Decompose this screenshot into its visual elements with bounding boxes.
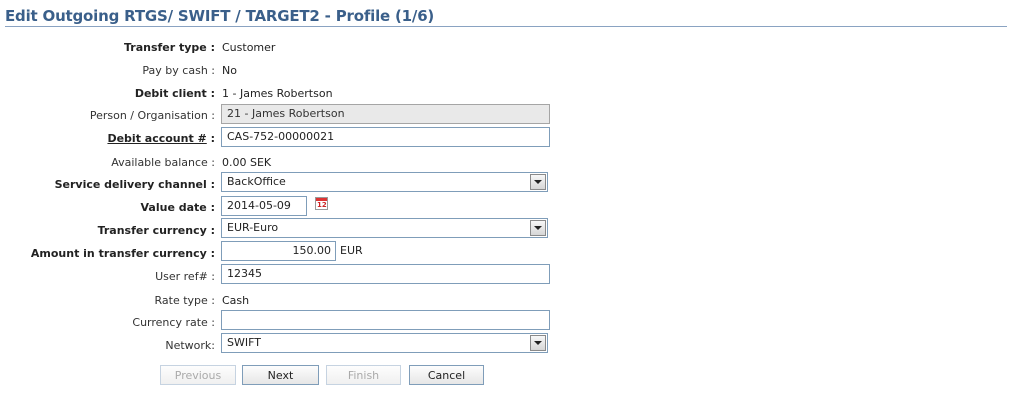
debit-account-link[interactable]: Debit account # bbox=[107, 132, 206, 145]
transfer-type-value: Customer bbox=[222, 41, 276, 54]
amount-input[interactable]: 150.00 bbox=[221, 241, 336, 261]
user-ref-input[interactable]: 12345 bbox=[221, 264, 550, 284]
available-balance-amount: 0.00 bbox=[222, 156, 247, 169]
rate-type-label: Rate type : bbox=[154, 294, 216, 307]
debit-client-value: 1 - James Robertson bbox=[222, 87, 333, 100]
value-date-input[interactable]: 2014-05-09 bbox=[221, 196, 307, 216]
row-currency-rate: Currency rate : bbox=[0, 309, 1013, 331]
row-network: Network: SWIFT bbox=[0, 332, 1013, 354]
network-select[interactable]: SWIFT bbox=[221, 333, 548, 353]
debit-account-label: Debit account # : bbox=[107, 132, 215, 145]
title-divider bbox=[5, 26, 1007, 27]
person-organisation-field: 21 - James Robertson bbox=[221, 104, 550, 124]
transfer-currency-select[interactable]: EUR-Euro bbox=[221, 218, 548, 238]
value-date-label: Value date : bbox=[140, 201, 215, 214]
service-channel-label: Service delivery channel : bbox=[54, 178, 215, 191]
transfer-currency-label: Transfer currency : bbox=[97, 224, 215, 237]
pay-by-cash-label: Pay by cash : bbox=[142, 64, 215, 77]
row-user-ref: User ref# : 12345 bbox=[0, 263, 1013, 285]
chevron-down-icon[interactable] bbox=[530, 174, 546, 190]
transfer-currency-selected: EUR-Euro bbox=[227, 221, 279, 234]
service-channel-select[interactable]: BackOffice bbox=[221, 172, 548, 192]
row-transfer-currency: Transfer currency : EUR-Euro bbox=[0, 217, 1013, 239]
debit-account-input[interactable]: CAS-752-00000021 bbox=[221, 127, 550, 147]
row-service-delivery-channel: Service delivery channel : BackOffice bbox=[0, 171, 1013, 193]
available-balance-currency: SEK bbox=[250, 156, 272, 169]
available-balance-label: Available balance : bbox=[111, 156, 215, 169]
finish-button[interactable]: Finish bbox=[326, 365, 401, 385]
previous-button[interactable]: Previous bbox=[160, 365, 236, 385]
available-balance-value: 0.00 SEK bbox=[222, 156, 271, 169]
service-channel-selected: BackOffice bbox=[227, 175, 286, 188]
currency-rate-input[interactable] bbox=[221, 310, 550, 330]
page-title: Edit Outgoing RTGS/ SWIFT / TARGET2 - Pr… bbox=[5, 7, 435, 25]
next-button[interactable]: Next bbox=[242, 365, 319, 385]
row-pay-by-cash: Pay by cash : No bbox=[0, 60, 1013, 82]
debit-account-label-suffix: : bbox=[206, 132, 215, 145]
debit-client-label: Debit client : bbox=[134, 87, 215, 100]
amount-label: Amount in transfer currency : bbox=[30, 247, 215, 260]
row-person-organisation: Person / Organisation : 21 - James Rober… bbox=[0, 103, 1013, 125]
transfer-type-label: Transfer type : bbox=[123, 41, 215, 54]
pay-by-cash-value: No bbox=[222, 64, 237, 77]
cancel-button[interactable]: Cancel bbox=[409, 365, 484, 385]
amount-currency: EUR bbox=[340, 244, 363, 257]
calendar-icon-text: 12 bbox=[317, 201, 327, 209]
row-value-date: Value date : 2014-05-09 12 bbox=[0, 195, 1013, 217]
person-organisation-label: Person / Organisation : bbox=[89, 109, 215, 122]
currency-rate-label: Currency rate : bbox=[132, 316, 215, 329]
row-debit-account: Debit account # : CAS-752-00000021 bbox=[0, 126, 1013, 148]
user-ref-label: User ref# : bbox=[155, 270, 215, 283]
network-label: Network: bbox=[165, 339, 215, 352]
row-amount: Amount in transfer currency : 150.00 EUR bbox=[0, 240, 1013, 262]
rate-type-value: Cash bbox=[222, 294, 250, 307]
chevron-down-icon[interactable] bbox=[530, 220, 546, 236]
calendar-icon[interactable]: 12 bbox=[315, 197, 328, 210]
row-debit-client: Debit client : 1 - James Robertson bbox=[0, 83, 1013, 105]
page: Edit Outgoing RTGS/ SWIFT / TARGET2 - Pr… bbox=[0, 0, 1013, 396]
chevron-down-icon[interactable] bbox=[530, 335, 546, 351]
row-transfer-type: Transfer type : Customer bbox=[0, 37, 1013, 59]
network-selected: SWIFT bbox=[227, 336, 261, 349]
